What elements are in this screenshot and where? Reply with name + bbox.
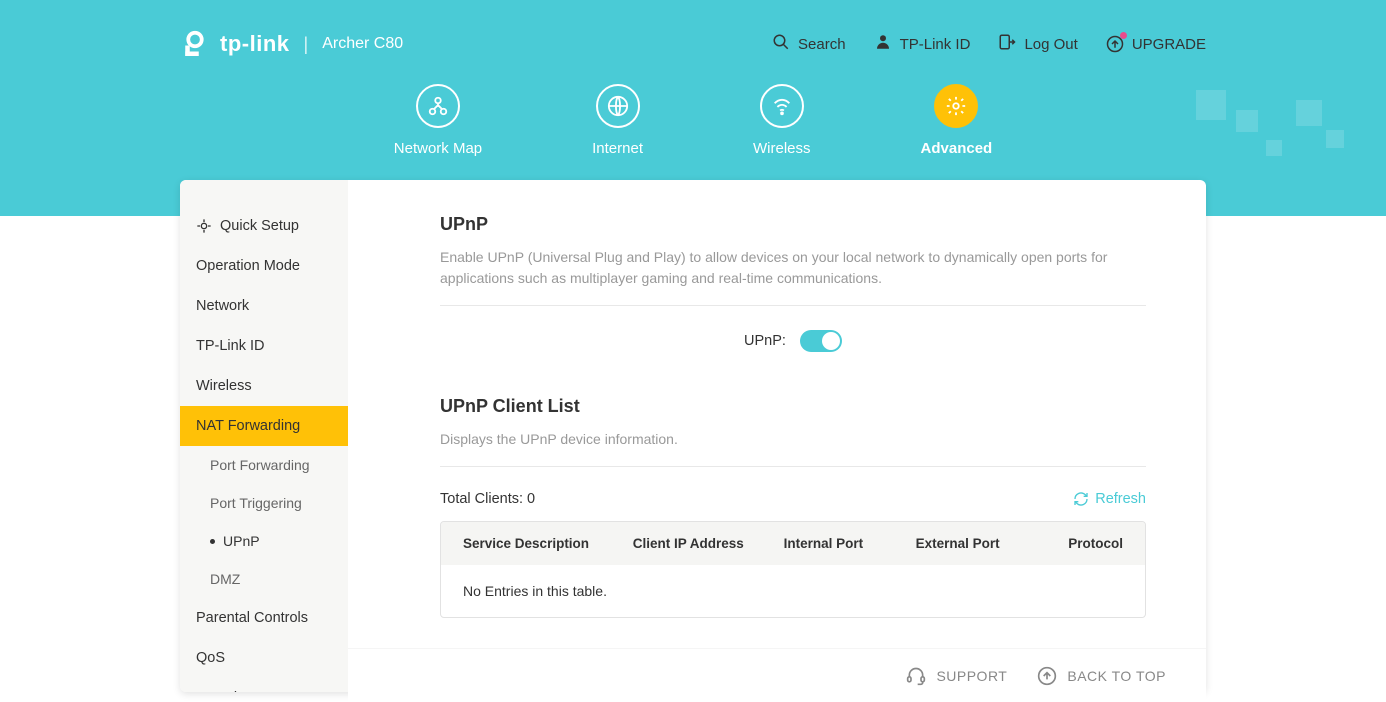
total-clients: Total Clients: 0 bbox=[440, 491, 535, 507]
toggle-knob bbox=[822, 332, 840, 350]
sidebar-parental-controls-label: Parental Controls bbox=[196, 610, 308, 626]
logout-icon bbox=[998, 33, 1016, 55]
sidebar-sub-dmz-label: DMZ bbox=[210, 571, 240, 587]
decorative-squares bbox=[1186, 90, 1386, 210]
sidebar-security-label: Security bbox=[196, 690, 248, 692]
sidebar-security[interactable]: Security bbox=[180, 678, 348, 692]
topbar: tp-link | Archer C80 Search TP-Link ID L… bbox=[0, 0, 1386, 64]
search-label: Search bbox=[798, 36, 846, 53]
upnp-toggle-row: UPnP: bbox=[440, 330, 1146, 352]
col-external-port: External Port bbox=[916, 536, 1048, 551]
sidebar-quick-setup[interactable]: Quick Setup bbox=[180, 206, 348, 246]
main-panel: Quick Setup Operation Mode Network TP-Li… bbox=[180, 180, 1206, 692]
sidebar: Quick Setup Operation Mode Network TP-Li… bbox=[180, 180, 348, 692]
sidebar-operation-mode[interactable]: Operation Mode bbox=[180, 246, 348, 286]
sidebar-sub-port-forwarding[interactable]: Port Forwarding bbox=[180, 446, 348, 484]
upnp-toggle-label: UPnP: bbox=[744, 333, 786, 349]
tab-wireless[interactable]: Wireless bbox=[753, 84, 811, 157]
gear-icon bbox=[934, 84, 978, 128]
brand-divider: | bbox=[304, 34, 309, 55]
active-dot-icon bbox=[210, 539, 215, 544]
refresh-icon bbox=[1073, 491, 1089, 507]
top-actions: Search TP-Link ID Log Out UPGRADE bbox=[772, 33, 1206, 55]
main-tabs: Network Map Internet Wireless Advanced bbox=[0, 84, 1386, 157]
tab-internet-label: Internet bbox=[592, 140, 643, 157]
content-area: UPnP Enable UPnP (Universal Plug and Pla… bbox=[348, 180, 1206, 692]
user-icon bbox=[874, 33, 892, 55]
globe-icon bbox=[596, 84, 640, 128]
tab-network-map[interactable]: Network Map bbox=[394, 84, 482, 157]
tab-advanced-label: Advanced bbox=[921, 140, 993, 157]
client-list-description: Displays the UPnP device information. bbox=[440, 429, 1146, 467]
target-icon bbox=[196, 218, 212, 234]
tplink-logo-icon bbox=[180, 29, 210, 59]
sidebar-sub-port-forwarding-label: Port Forwarding bbox=[210, 457, 310, 473]
wifi-icon bbox=[760, 84, 804, 128]
sidebar-network-label: Network bbox=[196, 298, 249, 314]
tab-wireless-label: Wireless bbox=[753, 140, 811, 157]
sidebar-qos-label: QoS bbox=[196, 650, 225, 666]
brand: tp-link | Archer C80 bbox=[180, 29, 403, 59]
table-header: Service Description Client IP Address In… bbox=[441, 522, 1145, 565]
upnp-toggle[interactable] bbox=[800, 330, 842, 352]
brand-model: Archer C80 bbox=[322, 35, 403, 53]
sidebar-tplink-id-label: TP-Link ID bbox=[196, 338, 265, 354]
sidebar-wireless[interactable]: Wireless bbox=[180, 366, 348, 406]
col-protocol: Protocol bbox=[1048, 536, 1123, 551]
sidebar-sub-port-triggering-label: Port Triggering bbox=[210, 495, 302, 511]
total-clients-value: 0 bbox=[527, 491, 535, 507]
logout-label: Log Out bbox=[1024, 36, 1077, 53]
support-label: SUPPORT bbox=[936, 668, 1007, 684]
upgrade-icon bbox=[1106, 35, 1124, 53]
col-client-ip: Client IP Address bbox=[633, 536, 784, 551]
sidebar-nat-forwarding[interactable]: NAT Forwarding bbox=[180, 406, 348, 446]
tplink-id-action[interactable]: TP-Link ID bbox=[874, 33, 971, 55]
footer: SUPPORT BACK TO TOP bbox=[348, 648, 1206, 702]
tab-network-map-label: Network Map bbox=[394, 140, 482, 157]
upnp-title: UPnP bbox=[440, 214, 1146, 235]
col-internal-port: Internal Port bbox=[784, 536, 916, 551]
upgrade-label: UPGRADE bbox=[1132, 36, 1206, 53]
col-service: Service Description bbox=[463, 536, 633, 551]
upnp-description: Enable UPnP (Universal Plug and Play) to… bbox=[440, 247, 1146, 306]
refresh-label: Refresh bbox=[1095, 491, 1146, 507]
back-to-top-label: BACK TO TOP bbox=[1067, 668, 1166, 684]
sidebar-network[interactable]: Network bbox=[180, 286, 348, 326]
arrow-up-circle-icon bbox=[1037, 666, 1057, 686]
sidebar-nat-forwarding-label: NAT Forwarding bbox=[196, 418, 300, 434]
sidebar-sub-dmz[interactable]: DMZ bbox=[180, 560, 348, 598]
sidebar-tplink-id[interactable]: TP-Link ID bbox=[180, 326, 348, 366]
sidebar-quick-setup-label: Quick Setup bbox=[220, 218, 299, 234]
sidebar-qos[interactable]: QoS bbox=[180, 638, 348, 678]
network-map-icon bbox=[416, 84, 460, 128]
tab-internet[interactable]: Internet bbox=[592, 84, 643, 157]
tplink-id-label: TP-Link ID bbox=[900, 36, 971, 53]
sidebar-wireless-label: Wireless bbox=[196, 378, 252, 394]
sidebar-sub-port-triggering[interactable]: Port Triggering bbox=[180, 484, 348, 522]
tab-advanced[interactable]: Advanced bbox=[921, 84, 993, 157]
table-empty-message: No Entries in this table. bbox=[441, 565, 1145, 617]
support-button[interactable]: SUPPORT bbox=[906, 666, 1007, 686]
clients-header-row: Total Clients: 0 Refresh bbox=[440, 491, 1146, 507]
sidebar-sub-upnp-label: UPnP bbox=[223, 533, 260, 549]
upgrade-action[interactable]: UPGRADE bbox=[1106, 35, 1206, 53]
brand-name: tp-link bbox=[220, 31, 290, 57]
back-to-top-button[interactable]: BACK TO TOP bbox=[1037, 666, 1166, 686]
logout-action[interactable]: Log Out bbox=[998, 33, 1077, 55]
sidebar-parental-controls[interactable]: Parental Controls bbox=[180, 598, 348, 638]
client-list-title: UPnP Client List bbox=[440, 396, 1146, 417]
sidebar-operation-mode-label: Operation Mode bbox=[196, 258, 300, 274]
client-table: Service Description Client IP Address In… bbox=[440, 521, 1146, 618]
sidebar-sub-upnp[interactable]: UPnP bbox=[180, 522, 348, 560]
headset-icon bbox=[906, 666, 926, 686]
refresh-button[interactable]: Refresh bbox=[1073, 491, 1146, 507]
search-icon bbox=[772, 33, 790, 55]
total-clients-label: Total Clients: bbox=[440, 491, 523, 507]
search-action[interactable]: Search bbox=[772, 33, 846, 55]
